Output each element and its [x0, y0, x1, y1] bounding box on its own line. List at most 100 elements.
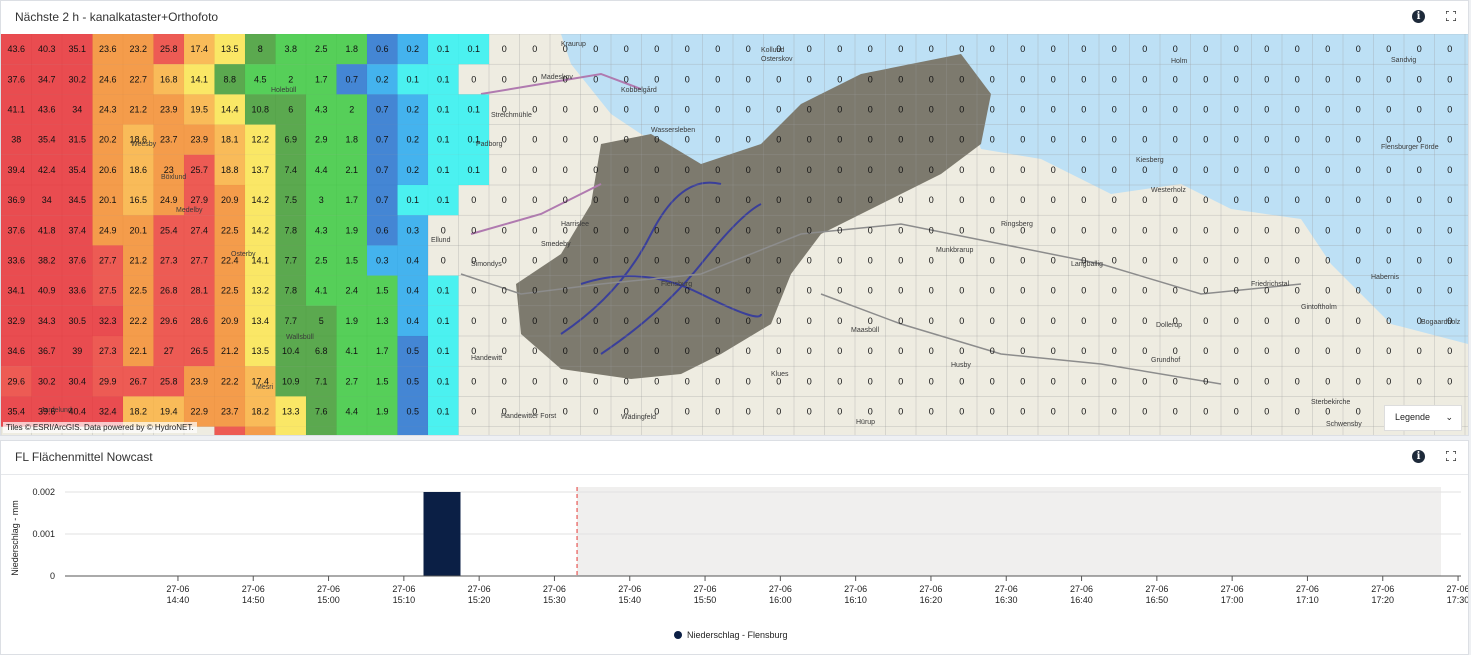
rainfall-value: 0 — [776, 225, 781, 235]
rainfall-value: 29.9 — [99, 376, 117, 386]
rainfall-value: 0 — [563, 286, 568, 296]
expand-icon[interactable] — [1446, 451, 1456, 461]
info-icon[interactable]: i — [1412, 10, 1425, 23]
rainfall-value: 0 — [990, 376, 995, 386]
place-label: Schwensby — [1326, 421, 1362, 428]
rainfall-value: 0 — [990, 316, 995, 326]
rainfall-value: 0 — [1447, 376, 1452, 386]
rainfall-value: 0 — [532, 407, 537, 417]
rainfall-value: 23 — [164, 165, 174, 175]
rainfall-value: 0 — [654, 195, 659, 205]
rainfall-value: 0 — [1051, 135, 1056, 145]
rainfall-cell[interactable] — [397, 426, 429, 435]
rainfall-value: 0 — [563, 165, 568, 175]
rainfall-value: 13.7 — [251, 165, 269, 175]
place-label: Flensburger Förde — [1381, 144, 1439, 151]
map-view[interactable]: Kollund Osterskov Madeskov Kobbelgård Holm Wa… — [1, 34, 1468, 435]
rainfall-value: 0 — [502, 407, 507, 417]
rainfall-value: 0 — [837, 316, 842, 326]
rainfall-value: 0 — [1081, 195, 1086, 205]
rainfall-value: 0 — [1020, 225, 1025, 235]
rainfall-value: 21.2 — [129, 256, 147, 266]
rainfall-value: 0 — [898, 74, 903, 84]
rainfall-value: 0 — [1020, 256, 1025, 266]
rainfall-cell[interactable] — [367, 426, 398, 435]
rainfall-value: 0.3 — [406, 225, 419, 235]
rainfall-value: 0 — [1020, 195, 1025, 205]
place-label: Kobbelgård — [621, 86, 657, 94]
x-tick-time: 15:30 — [543, 595, 566, 605]
rainfall-value: 0 — [1112, 376, 1117, 386]
place-label: Osterskov — [761, 56, 793, 63]
rainfall-value: 0 — [898, 195, 903, 205]
place-label: Maasbüll — [851, 327, 879, 334]
x-tick-time: 14:50 — [242, 595, 265, 605]
rainfall-value: 0 — [685, 195, 690, 205]
legend-label[interactable]: Niederschlag - Flensburg — [687, 630, 788, 640]
rainfall-value: 0 — [624, 105, 629, 115]
rainfall-value: 0 — [1112, 74, 1117, 84]
rainfall-value: 0 — [1447, 195, 1452, 205]
rainfall-value: 0 — [1295, 74, 1300, 84]
x-tick-time: 17:00 — [1221, 595, 1244, 605]
rainfall-value: 0 — [532, 316, 537, 326]
precipitation-bar[interactable] — [423, 492, 461, 576]
place-label: Wassersleben — [651, 127, 695, 134]
rainfall-value: 1.7 — [345, 195, 358, 205]
rainfall-value: 30.2 — [68, 74, 86, 84]
rainfall-value: 0 — [990, 286, 995, 296]
rainfall-value: 0 — [1173, 44, 1178, 54]
rainfall-cell[interactable] — [214, 426, 246, 435]
x-tick-date: 27-06 — [694, 584, 717, 594]
rainfall-value: 0 — [654, 256, 659, 266]
rainfall-value: 18.8 — [221, 165, 239, 175]
rainfall-value: 0 — [776, 376, 781, 386]
rainfall-value: 2.9 — [315, 135, 328, 145]
rainfall-cell[interactable] — [245, 426, 276, 435]
rainfall-value: 0.1 — [437, 44, 450, 54]
rainfall-value: 3 — [319, 195, 324, 205]
rainfall-value: 0 — [1081, 256, 1086, 266]
rainfall-value: 0 — [1051, 316, 1056, 326]
x-tick-time: 16:30 — [995, 595, 1018, 605]
expand-icon[interactable] — [1446, 11, 1456, 21]
rainfall-value: 35.4 — [7, 407, 25, 417]
rainfall-value: 1.9 — [345, 316, 358, 326]
rainfall-value: 32.3 — [99, 316, 117, 326]
x-tick-date: 27-06 — [844, 584, 867, 594]
rainfall-value: 7.7 — [284, 316, 297, 326]
rainfall-value: 0 — [1386, 165, 1391, 175]
rainfall-value: 0 — [685, 376, 690, 386]
rainfall-value: 40.4 — [68, 407, 86, 417]
rainfall-value: 0 — [959, 105, 964, 115]
rainfall-value: 22.9 — [190, 407, 208, 417]
rainfall-value: 0 — [929, 346, 934, 356]
rainfall-value: 0 — [1051, 165, 1056, 175]
rainfall-value: 0 — [624, 195, 629, 205]
rainfall-value: 0 — [1295, 286, 1300, 296]
place-label: Ringsberg — [1001, 221, 1033, 228]
x-tick-date: 27-06 — [1296, 584, 1319, 594]
rainfall-value: 0 — [1234, 256, 1239, 266]
rainfall-value: 0 — [1142, 165, 1147, 175]
rainfall-cell[interactable] — [428, 426, 459, 435]
rainfall-value: 1.5 — [345, 256, 358, 266]
rainfall-value: 0 — [1264, 256, 1269, 266]
rainfall-value: 0 — [959, 346, 964, 356]
rainfall-value: 0 — [685, 74, 690, 84]
rainfall-value: 0 — [990, 74, 995, 84]
rainfall-value: 0 — [898, 135, 903, 145]
info-icon[interactable]: i — [1412, 450, 1425, 463]
rainfall-value: 0 — [1051, 407, 1056, 417]
rainfall-value: 0 — [1417, 256, 1422, 266]
legend-dropdown[interactable]: Legende ⌄ — [1384, 405, 1462, 431]
rainfall-cell[interactable] — [336, 426, 368, 435]
rainfall-value: 0.2 — [406, 105, 419, 115]
rainfall-value: 34.1 — [7, 286, 25, 296]
rainfall-value: 0 — [1020, 74, 1025, 84]
rainfall-cell[interactable] — [306, 426, 337, 435]
rainfall-cell[interactable] — [275, 426, 307, 435]
rainfall-value: 0.1 — [437, 165, 450, 175]
rainfall-value: 0.4 — [406, 286, 419, 296]
rainfall-value: 1.7 — [376, 346, 389, 356]
